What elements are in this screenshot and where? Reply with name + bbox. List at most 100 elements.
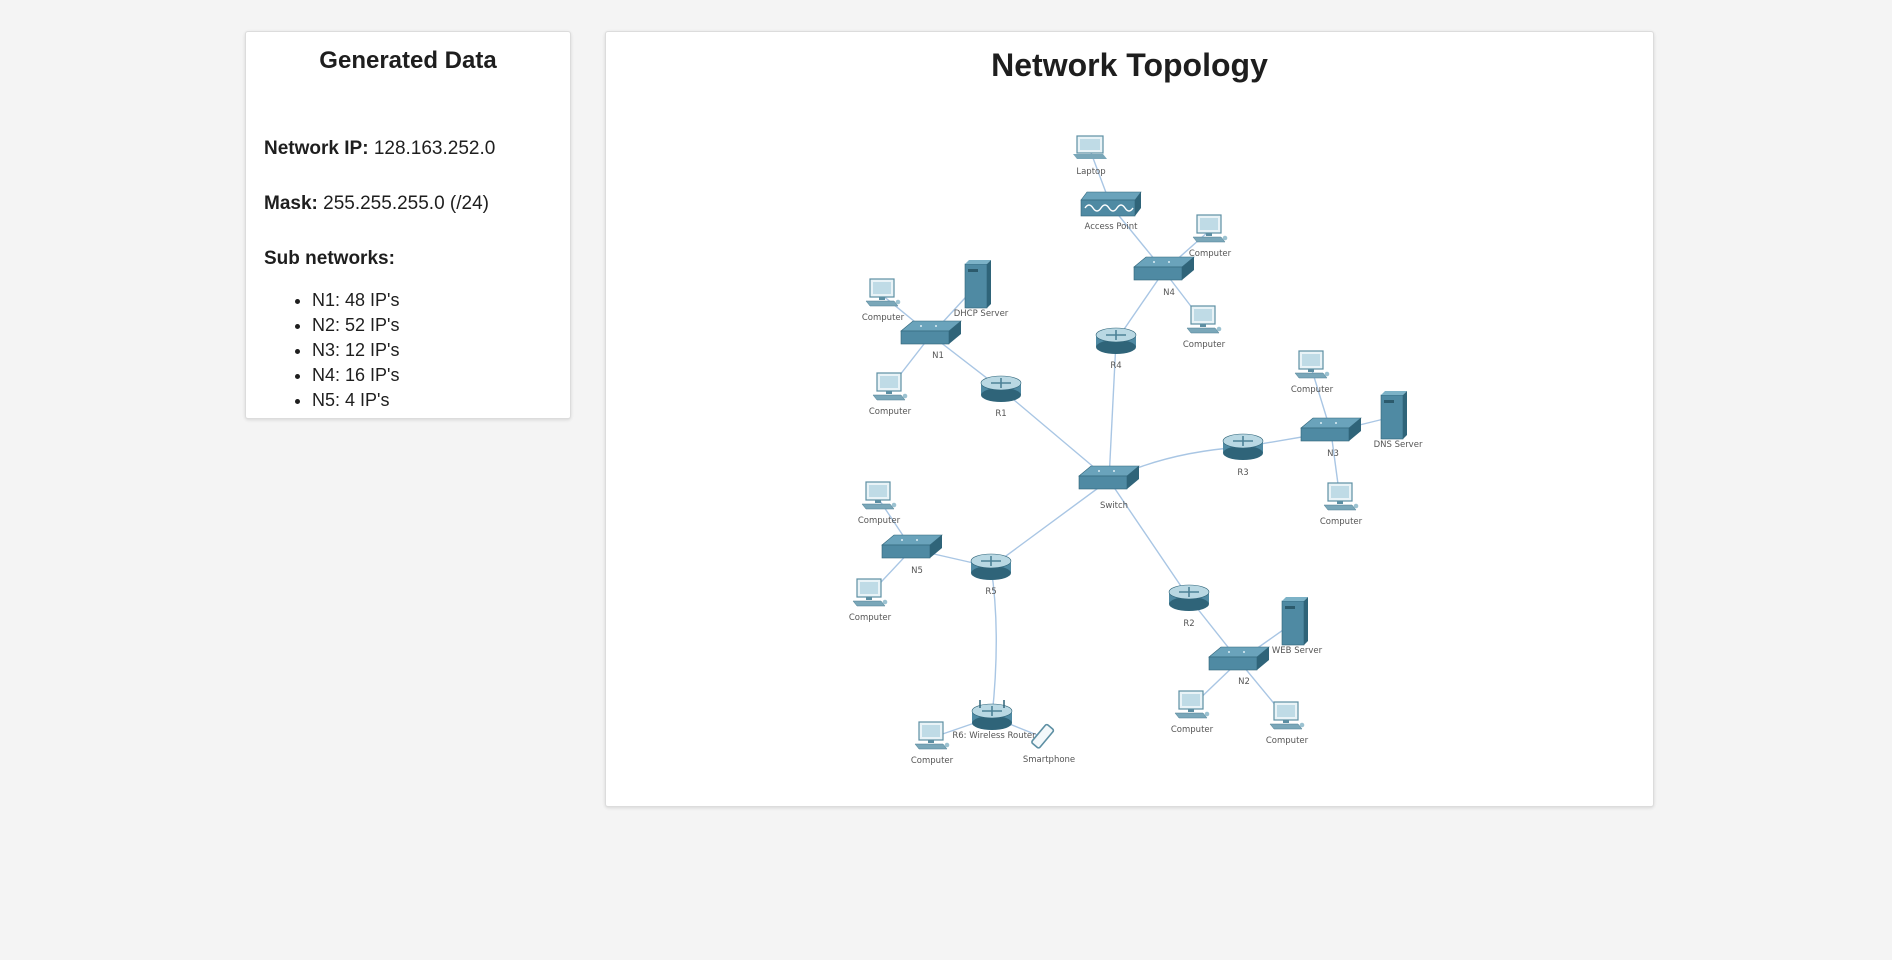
node-label: Computer bbox=[1183, 340, 1226, 350]
node-label: Switch bbox=[1100, 501, 1128, 511]
server-icon bbox=[1380, 391, 1407, 440]
link-switch-r5 bbox=[990, 479, 1110, 568]
network-ip-line: Network IP: 128.163.252.0 bbox=[264, 138, 495, 160]
computer-icon bbox=[1186, 305, 1222, 334]
computer-icon bbox=[1269, 701, 1305, 730]
subnet-item: N2: 52 IP's bbox=[312, 313, 399, 338]
node-label: Computer bbox=[862, 313, 905, 323]
computer-icon bbox=[1192, 214, 1228, 243]
subnet-item: N5: 4 IP's bbox=[312, 388, 399, 413]
subnet-item: N4: 16 IP's bbox=[312, 363, 399, 388]
node-label: Computer bbox=[1291, 385, 1334, 395]
node-label: R3 bbox=[1237, 468, 1248, 478]
computer-icon bbox=[872, 372, 908, 401]
node-n3: N3 bbox=[1300, 417, 1362, 459]
generated-data-panel: Generated Data Network IP: 128.163.252.0… bbox=[245, 31, 571, 419]
subnets-heading: Sub networks: bbox=[264, 248, 395, 269]
computer-icon bbox=[852, 578, 888, 607]
computer-icon bbox=[1323, 482, 1359, 511]
node-c_n3a: Computer bbox=[1291, 350, 1334, 395]
router-icon bbox=[970, 553, 1012, 580]
node-label: R6: Wireless Router bbox=[952, 731, 1036, 741]
node-dns: DNS Server bbox=[1374, 391, 1423, 450]
mask-label: Mask: bbox=[264, 193, 318, 214]
node-label: N2 bbox=[1238, 677, 1250, 687]
server-icon bbox=[964, 260, 991, 309]
node-label: N3 bbox=[1327, 449, 1339, 459]
node-label: DHCP Server bbox=[954, 309, 1009, 319]
node-label: Computer bbox=[858, 516, 901, 526]
mask-line: Mask: 255.255.255.0 (/24) bbox=[264, 193, 489, 215]
subnet-item: N1: 48 IP's bbox=[312, 288, 399, 313]
node-label: Access Point bbox=[1085, 222, 1139, 232]
nodes-layer: Switch R1 R2 R3 R4 R5 R6: Wireless Router N1 N2 N… bbox=[849, 135, 1423, 766]
wireless-router-icon bbox=[971, 700, 1013, 730]
node-label: WEB Server bbox=[1272, 646, 1323, 656]
switch-icon bbox=[900, 320, 962, 345]
node-r3: R3 bbox=[1222, 433, 1264, 478]
node-c_r6: Computer bbox=[911, 721, 954, 766]
router-icon bbox=[1095, 327, 1137, 354]
node-c_n4b: Computer bbox=[1183, 305, 1226, 350]
node-ap: Access Point bbox=[1080, 191, 1142, 232]
node-c_n5a: Computer bbox=[858, 481, 901, 526]
node-label: R5 bbox=[985, 587, 996, 597]
computer-icon bbox=[861, 481, 897, 510]
node-laptop: Laptop bbox=[1073, 135, 1107, 177]
node-c_n1b: Computer bbox=[869, 372, 912, 417]
node-label: R1 bbox=[995, 409, 1006, 419]
node-label: N1 bbox=[932, 351, 944, 361]
node-label: Computer bbox=[1266, 736, 1309, 746]
network-ip-value: 128.163.252.0 bbox=[373, 138, 496, 159]
link-switch-r2 bbox=[1108, 479, 1190, 599]
node-label: R2 bbox=[1183, 619, 1194, 629]
network-topology-panel: Network Topology Switch R1 R2 R3 R4 R5 R6: Wir… bbox=[605, 31, 1654, 807]
node-r2: R2 bbox=[1168, 584, 1210, 629]
node-c_n1a: Computer bbox=[862, 278, 905, 323]
node-r6: R6: Wireless Router bbox=[952, 700, 1036, 741]
computer-icon bbox=[865, 278, 901, 307]
node-label: R4 bbox=[1110, 361, 1121, 371]
node-n4: N4 bbox=[1133, 256, 1195, 298]
access-point-icon bbox=[1080, 191, 1142, 217]
node-label: Computer bbox=[869, 407, 912, 417]
node-label: Computer bbox=[1320, 517, 1363, 527]
network-ip-label: Network IP: bbox=[264, 138, 369, 159]
node-r5: R5 bbox=[970, 553, 1012, 597]
node-label: DNS Server bbox=[1374, 440, 1423, 450]
router-icon bbox=[980, 375, 1022, 402]
node-switch: Switch bbox=[1078, 465, 1140, 511]
node-label: Computer bbox=[849, 613, 892, 623]
switch-icon bbox=[1078, 465, 1140, 490]
node-n1: N1 bbox=[900, 320, 962, 361]
mask-value: 255.255.255.0 (/24) bbox=[323, 193, 489, 214]
node-label: Laptop bbox=[1076, 167, 1105, 177]
subnet-list: N1: 48 IP's N2: 52 IP's N3: 12 IP's N4: … bbox=[276, 288, 399, 413]
switch-icon bbox=[1300, 417, 1362, 442]
node-r1: R1 bbox=[980, 375, 1022, 419]
node-dhcp: DHCP Server bbox=[954, 260, 1009, 319]
switch-icon bbox=[1208, 646, 1270, 671]
panel-title: Generated Data bbox=[319, 47, 497, 74]
node-label: Computer bbox=[1171, 725, 1214, 735]
node-c_n5b: Computer bbox=[849, 578, 892, 623]
computer-icon bbox=[914, 721, 950, 750]
node-label: Computer bbox=[1189, 249, 1232, 259]
computer-icon bbox=[1294, 350, 1330, 379]
switch-icon bbox=[881, 534, 943, 559]
topology-diagram: Switch R1 R2 R3 R4 R5 R6: Wireless Router N1 N2 N… bbox=[849, 135, 1423, 766]
router-icon bbox=[1222, 433, 1264, 460]
node-label: N5 bbox=[911, 566, 923, 576]
node-phone: Smartphone bbox=[1023, 723, 1075, 765]
router-icon bbox=[1168, 584, 1210, 611]
switch-icon bbox=[1133, 256, 1195, 281]
node-c_n2b: Computer bbox=[1266, 701, 1309, 746]
node-c_n2a: Computer bbox=[1171, 690, 1214, 735]
server-icon bbox=[1281, 597, 1308, 646]
node-label: N4 bbox=[1163, 288, 1175, 298]
node-label: Smartphone bbox=[1023, 755, 1075, 765]
node-web: WEB Server bbox=[1272, 597, 1323, 656]
node-c_n3b: Computer bbox=[1320, 482, 1363, 527]
subnet-item: N3: 12 IP's bbox=[312, 338, 399, 363]
node-c_n4a: Computer bbox=[1189, 214, 1232, 259]
